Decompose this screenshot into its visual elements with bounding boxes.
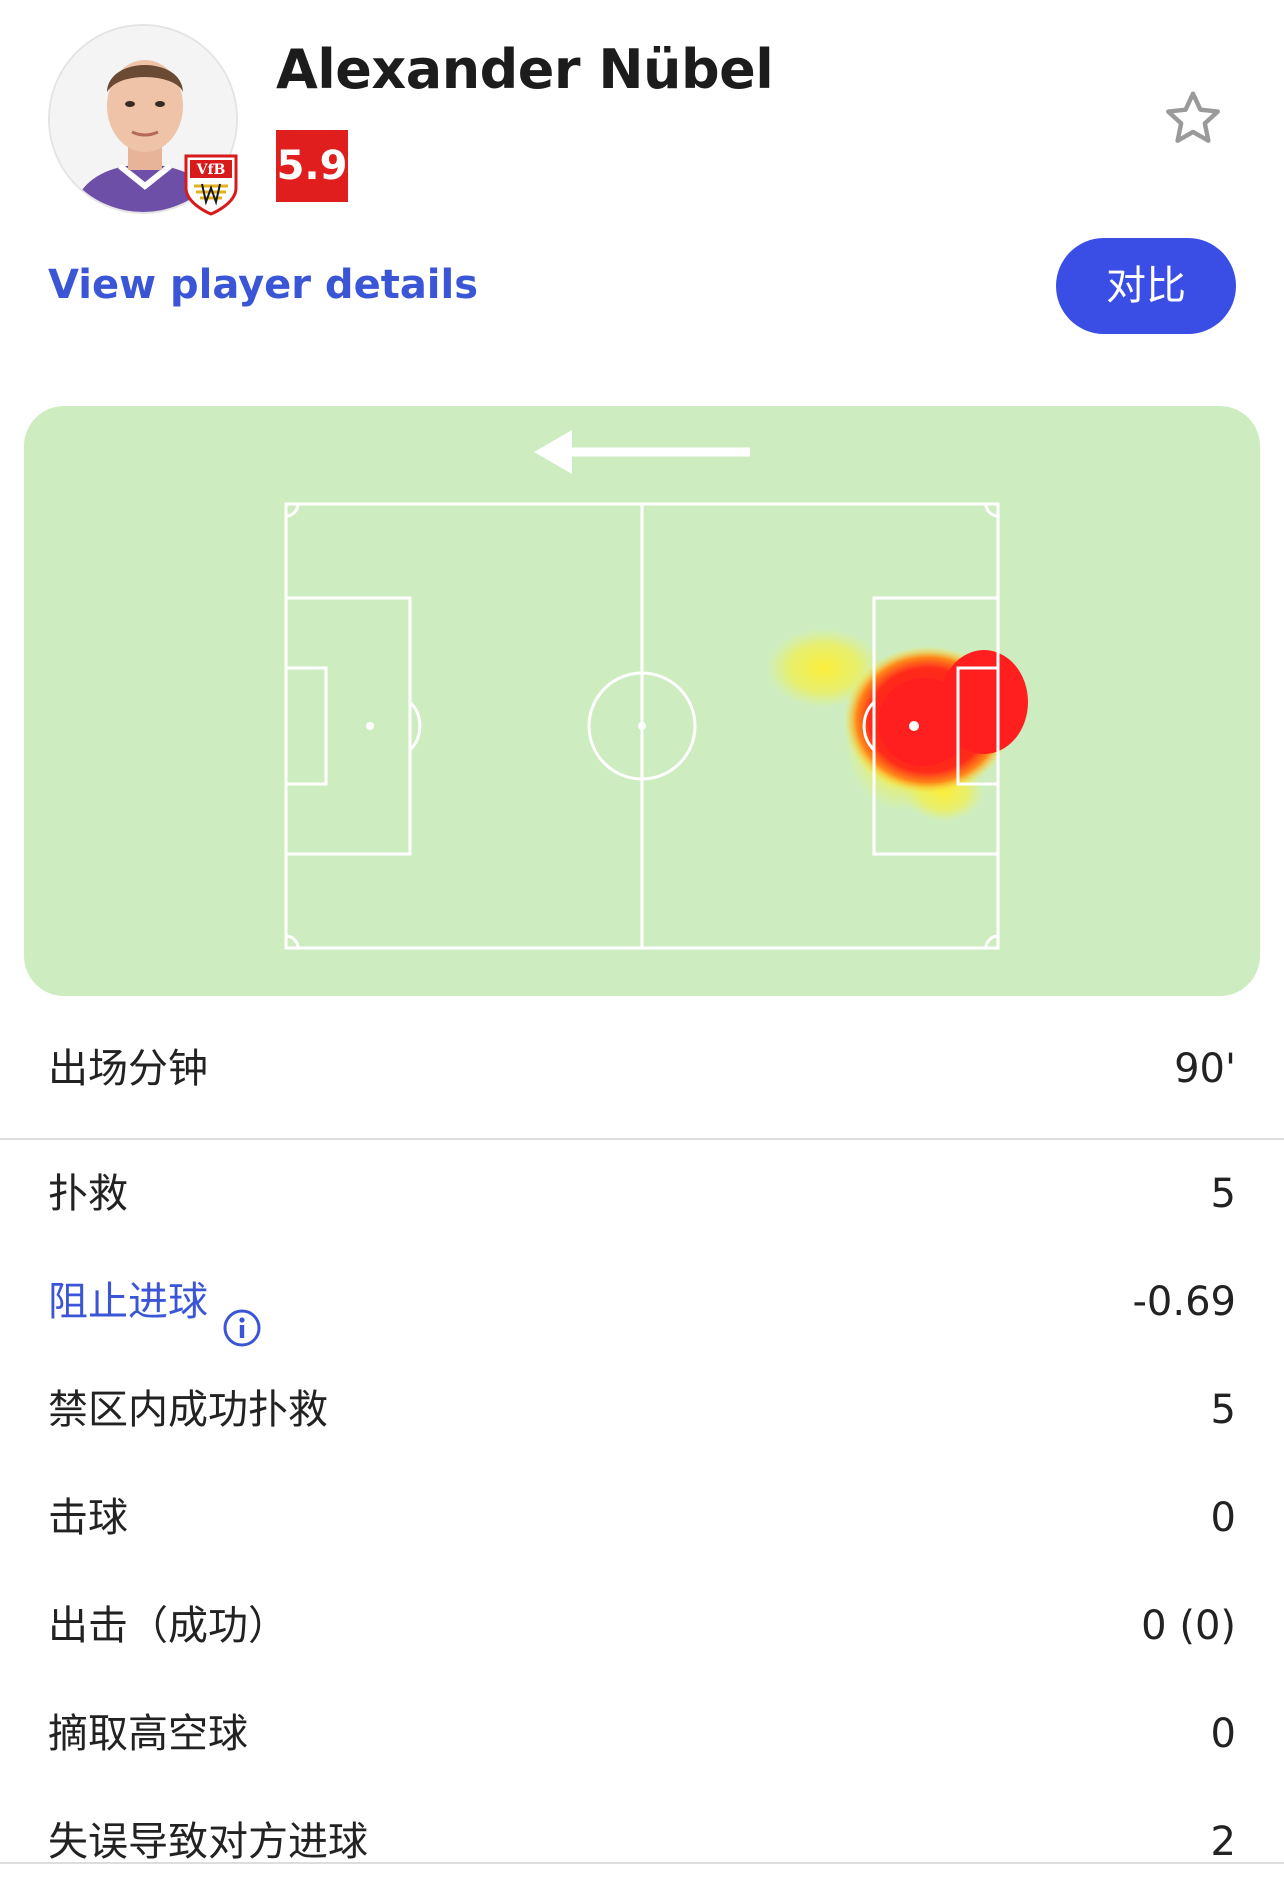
- goals-prevented-link[interactable]: 阻止进球: [48, 1248, 262, 1356]
- stat-label: 出场分钟: [48, 1046, 208, 1092]
- view-player-details-link[interactable]: View player details: [48, 262, 478, 308]
- star-outline-icon[interactable]: [1160, 86, 1226, 152]
- stat-row-saves: 扑救 5: [0, 1140, 1284, 1248]
- stat-row-goals-prevented: 阻止进球 -0.69: [0, 1248, 1284, 1356]
- stat-row-runs-out: 出击（成功） 0 (0): [0, 1572, 1284, 1680]
- stat-row-errors-led-to-goal: 失误导致对方进球 2: [0, 1788, 1284, 1896]
- stat-label: 摘取高空球: [48, 1711, 248, 1757]
- player-header: VfB Alexander Nübel 5.9 View player deta…: [0, 0, 1284, 360]
- stat-label: 失误导致对方进球: [48, 1819, 368, 1865]
- compare-button[interactable]: 对比: [1056, 238, 1236, 334]
- stat-row-saves-inside-box: 禁区内成功扑救 5: [0, 1356, 1284, 1464]
- stat-row-punches: 击球 0: [0, 1464, 1284, 1572]
- stat-value: -0.69: [1132, 1279, 1237, 1325]
- stat-value: 0: [1210, 1711, 1236, 1757]
- pitch-spots: [366, 721, 919, 731]
- stat-value: 2: [1210, 1819, 1236, 1865]
- stats-list: 出场分钟 90' 扑救 5 阻止进球 -0.69 禁区内成功扑救 5 击球 0 …: [0, 1010, 1284, 1896]
- heatmap-card: [24, 406, 1260, 996]
- stat-label[interactable]: 阻止进球: [48, 1279, 208, 1325]
- stat-label: 禁区内成功扑救: [48, 1387, 328, 1433]
- pitch-heatmap: [284, 430, 1028, 950]
- stat-label: 击球: [48, 1495, 128, 1541]
- heatmap-zones: [766, 628, 1028, 822]
- attack-direction-arrow-icon: [534, 430, 750, 474]
- heat-zone-hot: [878, 678, 970, 766]
- divider: [0, 1862, 1284, 1864]
- club-badge-text: VfB: [196, 162, 226, 178]
- player-name: Alexander Nübel: [276, 38, 774, 101]
- stat-value: 0 (0): [1141, 1603, 1236, 1649]
- stat-row-minutes: 出场分钟 90': [0, 1010, 1284, 1138]
- stat-label: 扑救: [48, 1171, 128, 1217]
- club-badge-icon: VfB: [182, 152, 240, 216]
- stat-value: 5: [1210, 1171, 1236, 1217]
- stat-value: 90': [1174, 1046, 1236, 1092]
- stat-value: 5: [1210, 1387, 1236, 1433]
- info-icon[interactable]: [222, 1281, 262, 1347]
- rating-badge: 5.9: [276, 130, 348, 202]
- stat-value: 0: [1210, 1495, 1236, 1541]
- stat-label: 出击（成功）: [48, 1603, 288, 1649]
- stat-row-high-claims: 摘取高空球 0: [0, 1680, 1284, 1788]
